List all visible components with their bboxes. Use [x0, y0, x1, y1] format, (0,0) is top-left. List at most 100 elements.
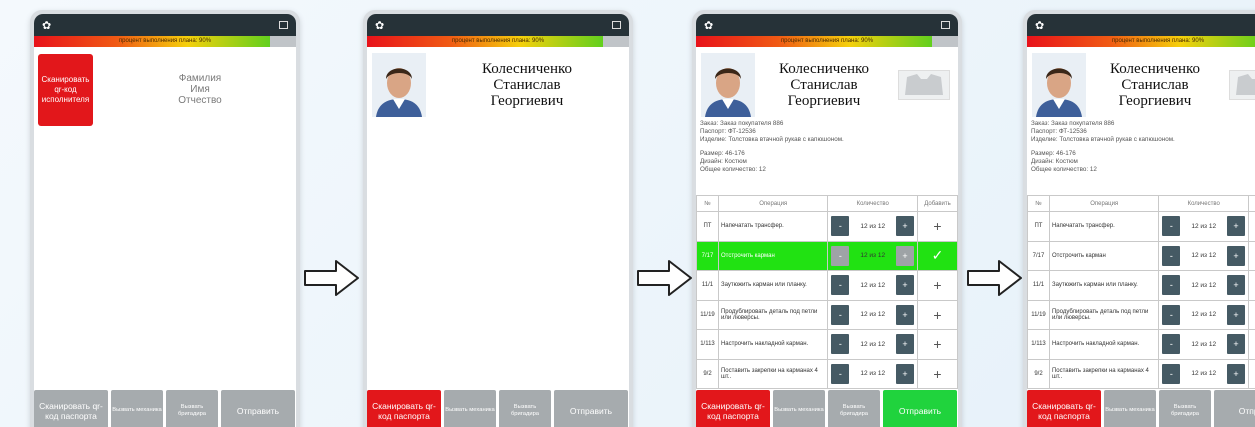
col-num: № [1027, 195, 1050, 212]
scan-passport-button[interactable]: Сканировать qr-код паспорта [1027, 390, 1101, 427]
plus-button[interactable]: + [896, 334, 915, 355]
add-button[interactable]: + [917, 270, 958, 301]
plus-button[interactable]: + [1227, 216, 1246, 237]
plus-button[interactable]: + [1227, 275, 1246, 296]
add-button[interactable]: + [1248, 240, 1255, 271]
table-row[interactable]: 11/19 Продублировать деталь под петли ил… [696, 299, 958, 330]
gear-icon[interactable]: ✿ [42, 19, 51, 32]
table-row[interactable]: ПТ Напечатать трансфер. - 12 из 12 + + [1027, 211, 1255, 242]
plus-button[interactable]: + [1227, 304, 1246, 325]
table-row-selected[interactable]: 7/17 Отстрочить карман - 12 из 12 + ✓ [696, 240, 958, 271]
minus-button[interactable]: - [1162, 216, 1181, 237]
worker-first-name: Станислав [790, 77, 858, 93]
check-icon[interactable]: ✓ [917, 240, 958, 271]
gear-icon[interactable]: ✿ [375, 19, 384, 32]
minus-button[interactable]: - [831, 334, 850, 355]
minus-button[interactable]: - [831, 304, 850, 325]
plus-button[interactable]: + [896, 275, 915, 296]
tablet-screen-3: ✿ процент выполнения плана: 90% Колеснич… [692, 10, 962, 427]
call-foreman-button[interactable]: Вызвать бригадира [1159, 390, 1211, 427]
gear-icon[interactable]: ✿ [704, 19, 713, 32]
add-button[interactable]: + [917, 329, 958, 360]
op-name: Поставить закрепки на карманах 4 шт.. [1048, 358, 1160, 389]
table-row[interactable]: 9/2 Поставить закрепки на карманах 4 шт.… [1027, 358, 1255, 389]
op-number: 11/19 [696, 299, 719, 330]
plan-progress-bar: процент выполнения плана: 90% [34, 36, 296, 47]
plus-button[interactable]: + [1227, 245, 1246, 266]
table-row[interactable]: 9/2 Поставить закрепки на карманах 4 шт.… [696, 358, 958, 389]
scan-executor-qr-button[interactable]: Сканировать qr-код исполнителя [38, 54, 93, 126]
add-button[interactable]: + [917, 299, 958, 330]
send-button[interactable]: Отправить [554, 390, 628, 427]
quantity-value: 12 из 12 [860, 281, 886, 289]
minus-button[interactable]: - [831, 363, 850, 384]
add-button[interactable]: + [1248, 358, 1255, 389]
table-row[interactable]: 11/1 Заутюжить карман или планку. - 12 из… [1027, 270, 1255, 301]
plus-button[interactable]: + [1227, 334, 1246, 355]
call-mechanic-button[interactable]: Вызвать механика [773, 390, 825, 427]
add-button[interactable]: + [1248, 211, 1255, 242]
table-row[interactable]: 11/1 Заутюжить карман или планку. - 12 из… [696, 270, 958, 301]
order-number: Заказ: Заказ покупателя 886 [1031, 120, 1115, 127]
plus-button[interactable]: + [896, 363, 915, 384]
minus-button[interactable]: - [1162, 334, 1181, 355]
bottom-action-bar: Сканировать qr-код паспорта Вызвать меха… [367, 390, 629, 427]
quantity-value: 12 из 12 [1191, 370, 1217, 378]
call-mechanic-button[interactable]: Вызвать механика [1104, 390, 1156, 427]
call-foreman-button[interactable]: Вызвать бригадира [166, 390, 218, 427]
minus-button[interactable]: - [1162, 304, 1181, 325]
op-name: Настрочить накладной карман. [717, 329, 829, 360]
op-name: Настрочить накладной карман. [1048, 329, 1160, 360]
call-mechanic-button[interactable]: Вызвать механика [444, 390, 496, 427]
scan-passport-button[interactable]: Сканировать qr-код паспорта [696, 390, 770, 427]
call-foreman-button[interactable]: Вызвать бригадира [499, 390, 551, 427]
op-number: 11/19 [1027, 299, 1050, 330]
call-foreman-button[interactable]: Вызвать бригадира [828, 390, 880, 427]
quantity-value: 12 из 12 [860, 252, 886, 260]
add-button[interactable]: + [1248, 270, 1255, 301]
minus-button[interactable]: - [831, 275, 850, 296]
worker-photo [372, 53, 426, 117]
send-button[interactable]: Отправить [883, 390, 957, 427]
operations-table: № Операция Количество Добавить ПТ Напеча… [1027, 195, 1255, 389]
logout-icon[interactable] [279, 21, 288, 29]
total-quantity: Общее количество: 12 [1031, 166, 1097, 173]
quantity-value: 12 из 12 [860, 340, 886, 348]
plus-button[interactable]: + [896, 245, 915, 266]
size: Размер: 46-176 [1031, 150, 1076, 157]
table-row[interactable]: ПТ Напечатать трансфер. - 12 из 12 + + [696, 211, 958, 242]
plus-button[interactable]: + [896, 304, 915, 325]
plus-button[interactable]: + [896, 216, 915, 237]
table-row[interactable]: 1/113 Настрочить накладной карман. - 12 и… [696, 329, 958, 360]
quantity-value: 12 из 12 [860, 311, 886, 319]
workflow-canvas: ✿ процент выполнения плана: 90% Сканиров… [0, 0, 1255, 427]
send-button[interactable]: Отправить [221, 390, 295, 427]
add-button[interactable]: + [1248, 329, 1255, 360]
gear-icon[interactable]: ✿ [1035, 19, 1044, 32]
worker-full-name: Колесниченко Станислав Георгиевич [431, 61, 623, 109]
add-button[interactable]: + [917, 211, 958, 242]
op-number: 9/2 [1027, 358, 1050, 389]
order-info: Заказ: Заказ покупателя 886 Паспорт: ФТ-… [1031, 120, 1175, 174]
col-operation: Операция [1048, 195, 1160, 212]
send-button[interactable]: Отпра [1214, 390, 1255, 427]
table-row[interactable]: 1/113 Настрочить накладной карман. - 12 и… [1027, 329, 1255, 360]
plus-button[interactable]: + [1227, 363, 1246, 384]
scan-passport-button[interactable]: Сканировать qr-код паспорта [367, 390, 441, 427]
logout-icon[interactable] [612, 21, 621, 29]
minus-button[interactable]: - [1162, 363, 1181, 384]
table-row[interactable]: 11/19 Продублировать деталь под петли ил… [1027, 299, 1255, 330]
table-row[interactable]: 7/17 Отстрочить карман - 12 из 12 + + [1027, 240, 1255, 271]
minus-button[interactable]: - [831, 216, 850, 237]
quantity-value: 12 из 12 [860, 370, 886, 378]
minus-button[interactable]: - [1162, 245, 1181, 266]
worker-photo [1032, 53, 1086, 117]
arrow-right-icon [967, 260, 1022, 296]
minus-button[interactable]: - [1162, 275, 1181, 296]
minus-button[interactable]: - [831, 245, 850, 266]
logout-icon[interactable] [941, 21, 950, 29]
scan-passport-button[interactable]: Сканировать qr-код паспорта [34, 390, 108, 427]
add-button[interactable]: + [1248, 299, 1255, 330]
call-mechanic-button[interactable]: Вызвать механика [111, 390, 163, 427]
add-button[interactable]: + [917, 358, 958, 389]
